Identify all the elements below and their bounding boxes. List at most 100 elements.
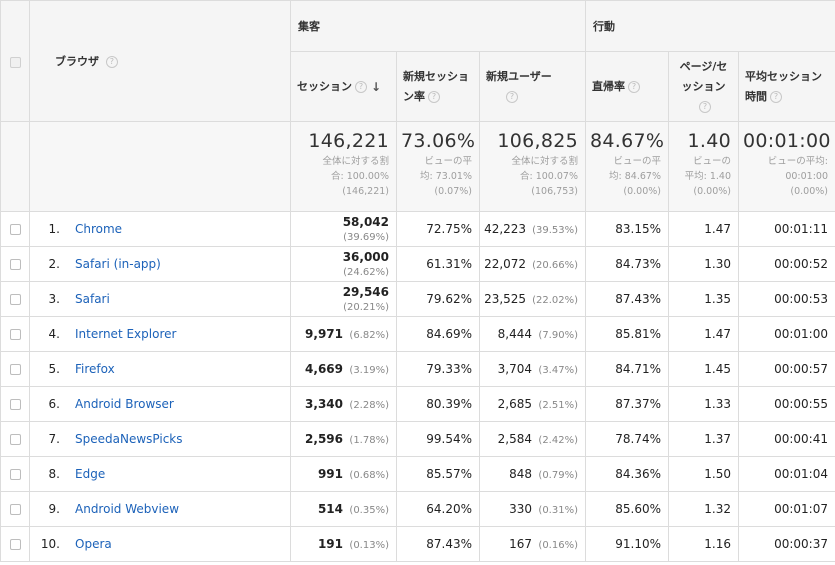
column-header-label: 平均セッション時間: [745, 69, 822, 103]
total-note: (146,221): [342, 186, 389, 197]
browser-link[interactable]: Internet Explorer: [75, 327, 176, 341]
row-checkbox[interactable]: [9, 364, 21, 375]
browser-link[interactable]: Safari: [75, 292, 110, 306]
new-users-cell: 23,525 (22.02%): [479, 281, 586, 317]
new-users-cell: 2,685 (2.51%): [479, 386, 586, 422]
new-users-cell: 848 (0.79%): [479, 456, 586, 492]
column-header-pages-per-session[interactable]: ページ/セッション?: [668, 51, 739, 122]
row-checkbox[interactable]: [9, 399, 21, 410]
help-icon[interactable]: ?: [770, 90, 782, 103]
bounce-rate-cell: 83.15%: [585, 211, 669, 247]
totals-new-session-rate: 73.06% ビューの平 均: 73.01% (0.07%): [396, 121, 480, 212]
bounce-rate-cell: 84.71%: [585, 351, 669, 387]
total-note: ビューの平均:: [767, 156, 828, 167]
bounce-rate-cell: 85.81%: [585, 316, 669, 352]
total-note: 00:01:00: [785, 171, 828, 182]
pages-per-session-cell: 1.47: [668, 316, 739, 352]
browser-link[interactable]: Safari (in-app): [75, 257, 161, 271]
sort-descending-icon[interactable]: ↓: [371, 80, 381, 94]
dimension-cell: 4. Internet Explorer: [29, 316, 291, 352]
row-checkbox-cell: [0, 316, 30, 352]
new-users-cell: 22,072 (20.66%): [479, 246, 586, 282]
row-checkbox[interactable]: [9, 434, 21, 445]
new-users-percent: (0.31%): [538, 505, 578, 516]
new-users-cell: 2,584 (2.42%): [479, 421, 586, 457]
select-all-cell: [0, 0, 30, 122]
sessions-percent: (20.21%): [343, 302, 389, 313]
bounce-rate-cell: 85.60%: [585, 491, 669, 527]
new-session-rate-cell: 84.69%: [396, 316, 480, 352]
new-users-value: 42,223: [484, 222, 527, 236]
new-users-value: 2,685: [497, 397, 532, 411]
sessions-cell: 58,042 (39.69%): [290, 211, 397, 247]
row-index: 4.: [48, 327, 60, 341]
total-note: 均: 84.67%: [609, 171, 661, 182]
row-checkbox[interactable]: [9, 294, 21, 305]
table-row: 6. Android Browser 3,340 (2.28%) 80.39% 2,…: [0, 386, 835, 422]
browser-link[interactable]: Android Webview: [75, 502, 179, 516]
total-value: 84.67%: [590, 130, 665, 152]
row-checkbox[interactable]: [9, 259, 21, 270]
totals-pages-per-session: 1.40 ビューの 平均: 1.40 (0.00%): [668, 121, 739, 212]
row-checkbox[interactable]: [9, 224, 21, 235]
dimension-cell: 3. Safari: [29, 281, 291, 317]
new-session-rate-cell: 72.75%: [396, 211, 480, 247]
browser-link[interactable]: Firefox: [75, 362, 115, 376]
totals-avg-session-duration: 00:01:00 ビューの平均: 00:01:00 (0.00%): [738, 121, 835, 212]
help-icon[interactable]: ?: [105, 56, 118, 68]
dimension-cell: 10. Opera: [29, 526, 291, 562]
new-session-rate-cell: 64.20%: [396, 491, 480, 527]
new-users-percent: (0.79%): [538, 470, 578, 481]
new-users-percent: (22.02%): [532, 295, 578, 306]
totals-sessions: 146,221 全体に対する割 合: 100.00% (146,221): [290, 121, 397, 212]
sessions-value: 9,971: [305, 327, 343, 341]
bounce-rate-cell: 91.10%: [585, 526, 669, 562]
browser-link[interactable]: Chrome: [75, 222, 122, 236]
column-header-new-session-rate[interactable]: 新規セッション率?: [396, 51, 480, 122]
avg-session-duration-cell: 00:01:04: [738, 456, 835, 492]
dimension-cell: 7. SpeedaNewsPicks: [29, 421, 291, 457]
column-header-bounce-rate[interactable]: 直帰率?: [585, 51, 669, 122]
help-icon[interactable]: ?: [428, 90, 440, 103]
column-header-label: ページ/セッション: [679, 59, 728, 93]
pages-per-session-cell: 1.47: [668, 211, 739, 247]
column-header-new-users[interactable]: 新規ユーザー?: [479, 51, 586, 122]
new-users-cell: 3,704 (3.47%): [479, 351, 586, 387]
row-checkbox[interactable]: [9, 329, 21, 340]
browser-link[interactable]: Android Browser: [75, 397, 174, 411]
dimension-cell: 6. Android Browser: [29, 386, 291, 422]
total-note: 全体に対する割: [511, 156, 578, 167]
new-users-cell: 8,444 (7.90%): [479, 316, 586, 352]
column-header-sessions[interactable]: セッション? ↓: [290, 51, 397, 122]
help-icon[interactable]: ?: [506, 90, 518, 103]
table-row: 10. Opera 191 (0.13%) 87.43% 167 (0.16%) 91…: [0, 526, 835, 562]
total-note: (106,753): [531, 186, 578, 197]
total-value: 00:01:00: [743, 130, 831, 152]
table-row: 8. Edge 991 (0.68%) 85.57% 848 (0.79%) 84.3…: [0, 456, 835, 492]
new-users-percent: (0.16%): [538, 540, 578, 551]
sessions-percent: (2.28%): [349, 400, 389, 411]
sessions-percent: (0.35%): [349, 505, 389, 516]
sessions-cell: 36,000 (24.62%): [290, 246, 397, 282]
help-icon[interactable]: ?: [355, 80, 367, 93]
browser-link[interactable]: Opera: [75, 537, 112, 551]
row-checkbox[interactable]: [9, 504, 21, 515]
row-checkbox[interactable]: [9, 539, 21, 550]
help-icon[interactable]: ?: [628, 80, 640, 93]
total-note: 平均: 1.40: [684, 171, 731, 182]
avg-session-duration-cell: 00:01:07: [738, 491, 835, 527]
help-icon[interactable]: ?: [699, 100, 711, 113]
row-checkbox-cell: [0, 211, 30, 247]
browser-link[interactable]: SpeedaNewsPicks: [75, 432, 183, 446]
row-checkbox-cell: [0, 491, 30, 527]
column-header-label: 新規ユーザー: [486, 69, 552, 83]
pages-per-session-cell: 1.35: [668, 281, 739, 317]
totals-row: 146,221 全体に対する割 合: 100.00% (146,221) 73.06%…: [0, 121, 835, 212]
column-header-avg-session-duration[interactable]: 平均セッション時間?: [738, 51, 835, 122]
browser-link[interactable]: Edge: [75, 467, 105, 481]
row-checkbox-cell: [0, 421, 30, 457]
total-note: ビューの: [692, 156, 731, 167]
select-all-checkbox[interactable]: [9, 56, 21, 68]
row-checkbox[interactable]: [9, 469, 21, 480]
total-value: 146,221: [308, 130, 389, 152]
